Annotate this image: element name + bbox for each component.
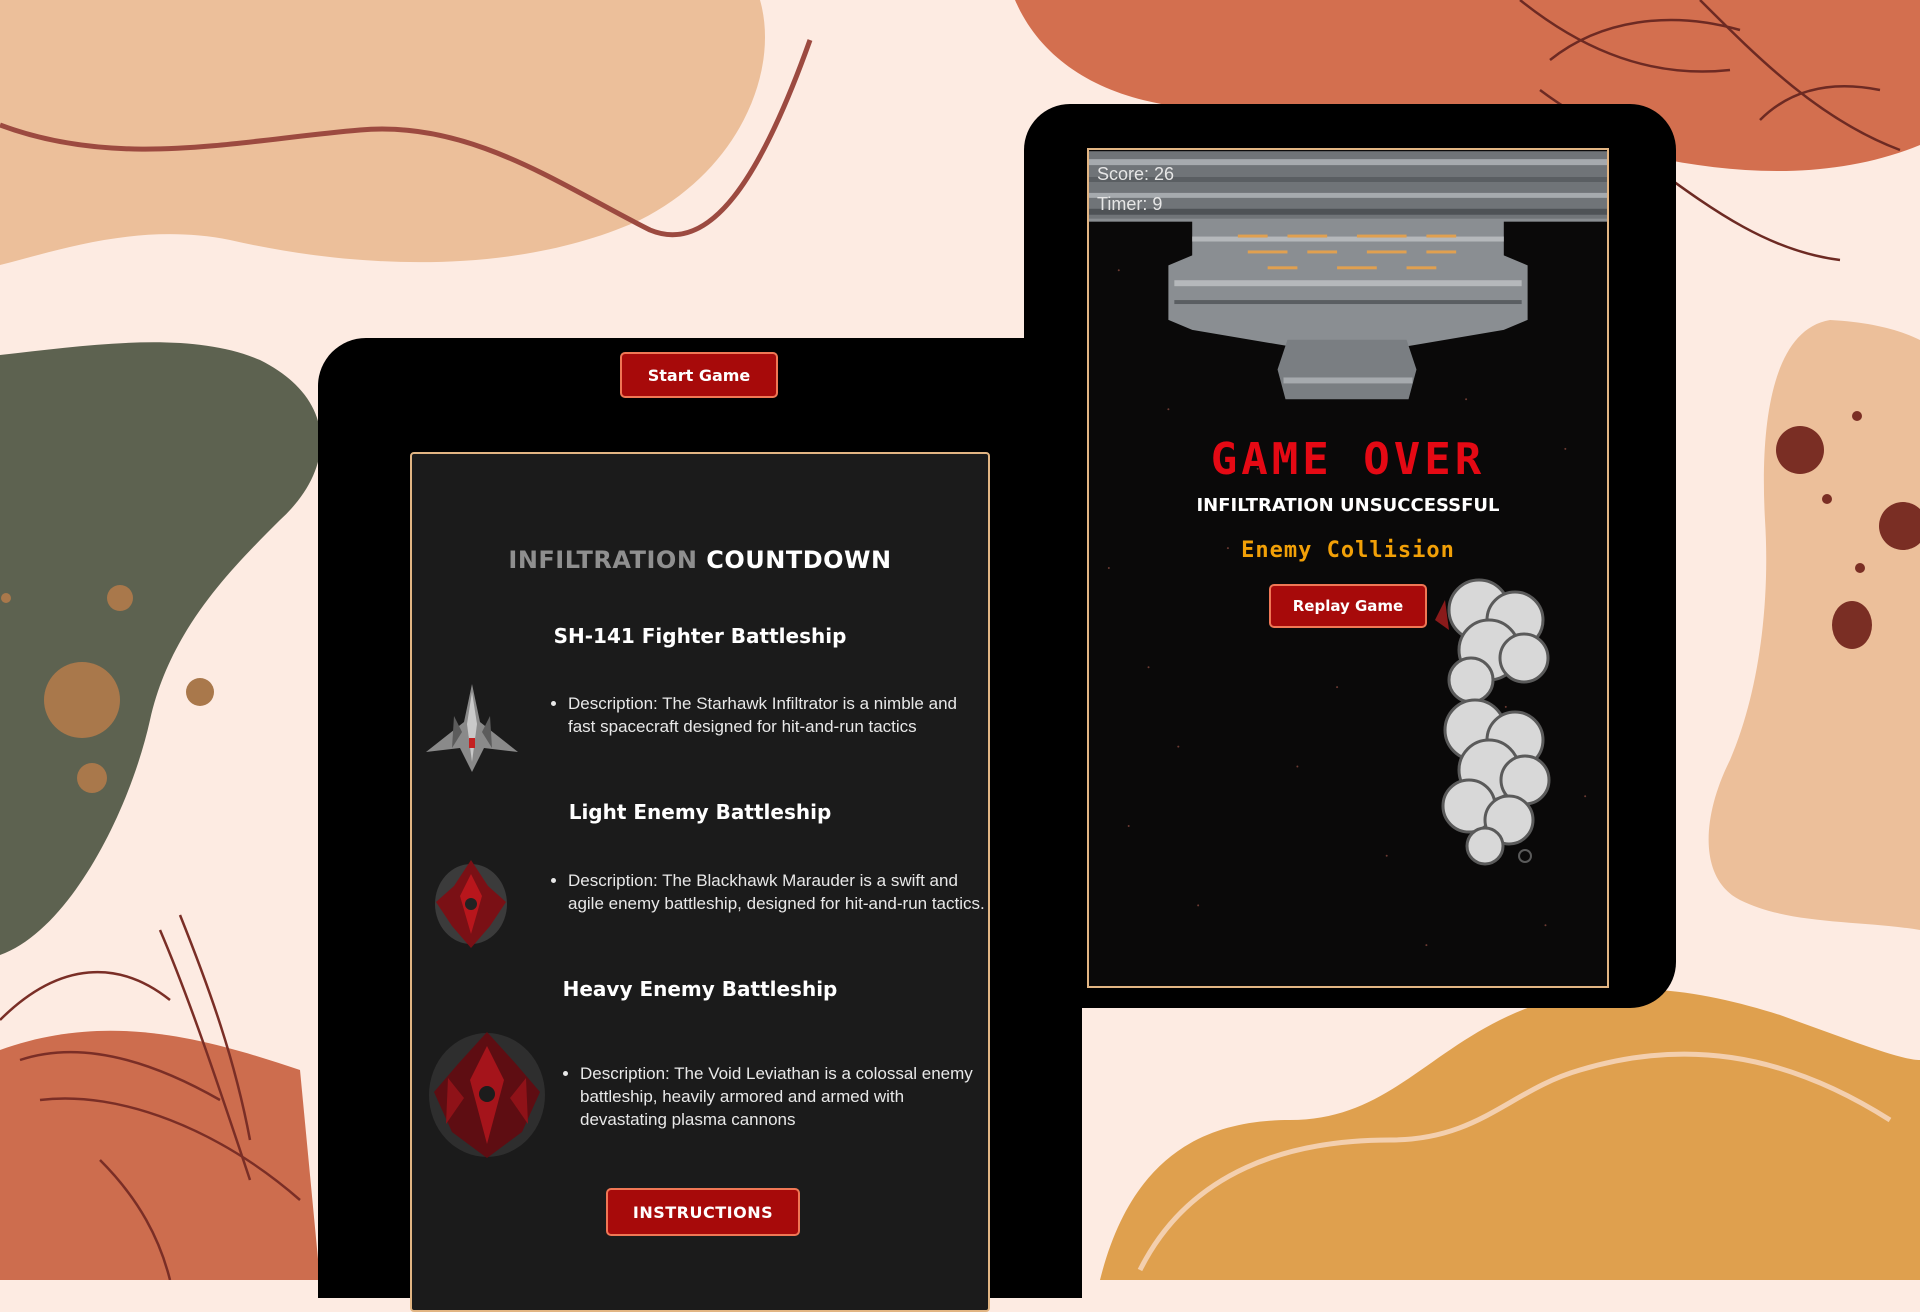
panel-title-bright: COUNTDOWN: [706, 546, 892, 574]
info-tablet: Start Game INFILTRATION COUNTDOWN SH-141…: [318, 338, 1082, 1312]
ship-info-panel: INFILTRATION COUNTDOWN SH-141 Fighter Ba…: [410, 452, 990, 1312]
ship-name-heavy-enemy: Heavy Enemy Battleship: [562, 977, 838, 1001]
score-display: Score: 26: [1097, 164, 1175, 184]
game-over-reason: Enemy Collision: [1241, 538, 1455, 563]
ship-desc-list-heavy-enemy: Description: The Void Leviathan is a col…: [564, 1062, 990, 1131]
timer-display: Timer: 9: [1097, 194, 1163, 214]
game-screen: Score: 26 Timer: 9 GAME OVER INFILTRATIO…: [1087, 148, 1609, 988]
panel-title-dim: INFILTRATION: [508, 546, 707, 574]
heavy-enemy-ship-icon: [429, 1032, 545, 1158]
replay-game-button[interactable]: Replay Game: [1269, 584, 1427, 628]
smoke-explosion-icon: [1435, 578, 1551, 866]
panel-title: INFILTRATION COUNTDOWN: [412, 546, 988, 574]
ship-desc-heavy-enemy: Description: The Void Leviathan is a col…: [580, 1062, 990, 1131]
instructions-button[interactable]: INSTRUCTIONS: [606, 1188, 800, 1236]
ship-desc-fighter: Description: The Starhawk Infiltrator is…: [568, 692, 988, 738]
ship-desc-list-light-enemy: Description: The Blackhawk Marauder is a…: [552, 869, 988, 915]
fighter-ship-icon: [426, 684, 518, 772]
ship-name-light-enemy: Light Enemy Battleship: [568, 800, 832, 824]
game-over-heading: GAME OVER: [1210, 434, 1486, 485]
light-enemy-ship-icon: [435, 860, 507, 948]
result-subtitle: INFILTRATION UNSUCCESSFUL: [1196, 495, 1500, 516]
ship-desc-light-enemy: Description: The Blackhawk Marauder is a…: [568, 869, 988, 915]
ship-name-fighter: SH-141 Fighter Battleship: [553, 624, 847, 648]
game-tablet: Score: 26 Timer: 9 GAME OVER INFILTRATIO…: [1024, 104, 1676, 1008]
start-game-button[interactable]: Start Game: [620, 352, 778, 398]
ship-desc-list-fighter: Description: The Starhawk Infiltrator is…: [552, 692, 988, 738]
